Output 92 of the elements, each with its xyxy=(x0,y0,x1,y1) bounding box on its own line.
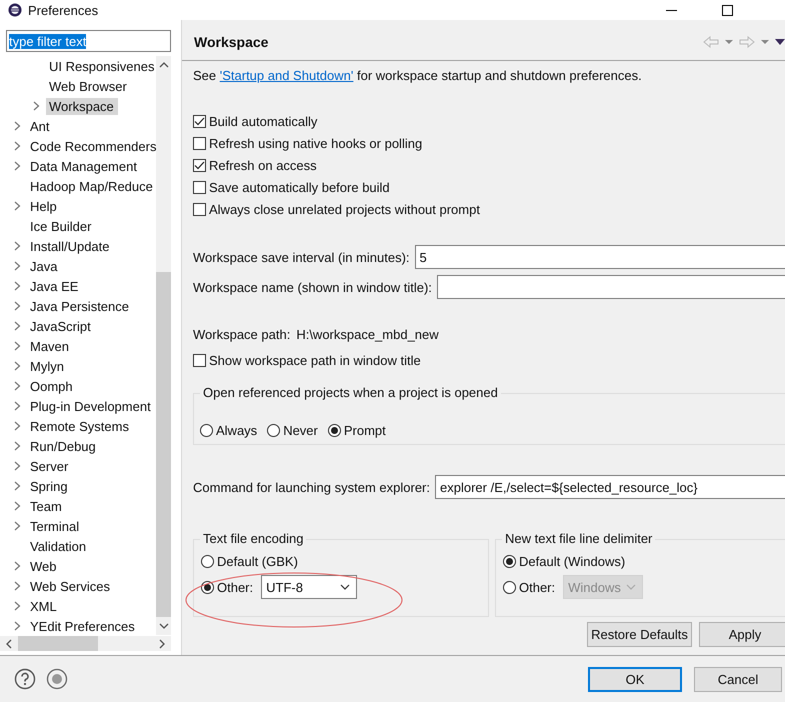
scroll-left-icon[interactable] xyxy=(6,638,12,648)
maximize-icon[interactable] xyxy=(722,4,733,16)
tree-item[interactable]: Run/Debug xyxy=(27,438,100,454)
radio-button[interactable] xyxy=(503,580,516,594)
group-title: Open referenced projects when a project is opened xyxy=(200,385,501,400)
tree-item[interactable]: Java Persistence xyxy=(27,298,133,314)
tree-item[interactable]: Maven xyxy=(27,338,74,354)
help-icon[interactable] xyxy=(14,668,36,690)
tree-item[interactable]: Oomph xyxy=(27,378,77,394)
tree-item[interactable]: Terminal xyxy=(27,518,84,534)
checkbox-label: Show workspace path in window title xyxy=(209,352,421,368)
view-menu-icon[interactable] xyxy=(775,39,785,45)
tree-item[interactable]: Workspace xyxy=(46,98,118,114)
radio-button[interactable] xyxy=(201,580,214,594)
radio-button[interactable] xyxy=(328,424,341,437)
dialog-button[interactable]: OK xyxy=(588,666,682,692)
chevron-down-icon xyxy=(626,584,636,590)
page-button[interactable]: Apply xyxy=(699,622,785,647)
radio-label: Default (GBK) xyxy=(217,554,298,568)
tree-item[interactable]: Data Management xyxy=(27,158,141,174)
filter-text: type filter text xyxy=(9,34,86,48)
workspace-name-field[interactable] xyxy=(436,275,785,299)
tree-item[interactable]: Ice Builder xyxy=(27,218,96,234)
tree-item[interactable]: Web Browser xyxy=(46,78,131,94)
checkbox[interactable] xyxy=(193,202,206,216)
checkbox[interactable] xyxy=(193,136,206,150)
startup-shutdown-link[interactable]: 'Startup and Shutdown' xyxy=(220,68,354,83)
checkbox[interactable] xyxy=(193,114,206,128)
tree-item[interactable]: Remote Systems xyxy=(27,418,133,434)
radio-label: Prompt xyxy=(344,423,386,438)
group-title: Text file encoding xyxy=(200,531,306,546)
tree-item[interactable]: Team xyxy=(27,498,66,514)
radio-label: Other: xyxy=(217,580,254,594)
dropdown-icon[interactable] xyxy=(761,40,769,44)
checkbox[interactable] xyxy=(193,158,206,172)
tree-item[interactable]: Java EE xyxy=(27,278,82,294)
filter-field[interactable]: type filter text xyxy=(6,30,171,52)
checkbox-label: Refresh using native hooks or polling xyxy=(209,136,422,150)
checkbox[interactable] xyxy=(193,354,206,366)
radio-button[interactable] xyxy=(267,424,280,437)
dropdown-icon[interactable] xyxy=(725,40,733,44)
explorer-command-field[interactable]: explorer /E,/select=${selected_resource_loc} xyxy=(435,475,785,499)
checkbox-label: Refresh on access xyxy=(209,158,317,172)
page-button[interactable]: Restore Defaults xyxy=(587,622,692,647)
radio-label: Never xyxy=(283,423,318,438)
tree-item[interactable]: Code Recommenders xyxy=(27,138,156,154)
dialog-button[interactable]: Cancel xyxy=(694,666,782,692)
field-label: Command for launching system explorer: xyxy=(193,480,430,494)
page-title: Workspace xyxy=(194,34,268,50)
scroll-right-icon[interactable] xyxy=(159,638,165,648)
tree-item[interactable]: Web xyxy=(27,558,60,574)
tree-item[interactable]: Validation xyxy=(27,538,90,554)
tree-item[interactable]: Plug-in Development xyxy=(27,398,155,414)
radio-button[interactable] xyxy=(201,554,214,568)
checkbox-label: Save automatically before build xyxy=(209,180,390,194)
encoding-dropdown[interactable]: UTF-8 xyxy=(261,575,358,599)
field-label: Workspace path: xyxy=(193,326,290,342)
scroll-up-icon[interactable] xyxy=(158,62,168,68)
checkbox[interactable] xyxy=(193,180,206,194)
tree-item[interactable]: YEdit Preferences xyxy=(27,618,139,634)
record-icon[interactable] xyxy=(46,668,68,690)
scrollbar-thumb[interactable] xyxy=(156,272,171,617)
scroll-down-icon[interactable] xyxy=(158,623,168,629)
radio-label: Always xyxy=(216,423,258,438)
tree-item[interactable]: UI Responsivenes xyxy=(46,58,156,74)
tree-item[interactable]: Help xyxy=(27,198,61,214)
radio-button[interactable] xyxy=(200,424,213,437)
workspace-path: H:\workspace_mbd_new xyxy=(296,326,439,342)
tree-item[interactable]: Server xyxy=(27,458,72,474)
field-label: Workspace name (shown in window title): xyxy=(193,280,432,294)
tree-item[interactable]: Ant xyxy=(27,118,54,134)
checkbox-label: Always close unrelated projects without prompt xyxy=(209,202,480,216)
radio-label: Other: xyxy=(519,580,556,594)
tree-item[interactable]: Hadoop Map/Reduce xyxy=(27,178,156,194)
chevron-down-icon xyxy=(340,584,350,590)
tree-item[interactable]: Web Services xyxy=(27,578,114,594)
scrollbar-thumb[interactable] xyxy=(18,636,98,651)
intro-text: See 'Startup and Shutdown' for workspace startup and shutdown preferences. xyxy=(193,67,643,85)
tree-item[interactable]: XML xyxy=(27,598,61,614)
tree-item[interactable]: Mylyn xyxy=(27,358,68,374)
checkbox-label: Build automatically xyxy=(209,114,318,128)
tree-item[interactable]: JavaScript xyxy=(27,318,95,334)
save-interval-field[interactable]: 5 xyxy=(414,245,785,269)
radio-button[interactable] xyxy=(503,554,516,568)
radio-label: Default (Windows) xyxy=(519,554,626,568)
tree-item[interactable]: Install/Update xyxy=(27,238,114,254)
tree-item[interactable]: Spring xyxy=(27,478,72,494)
tree-item[interactable]: Java xyxy=(27,258,62,274)
window-title: Preferences xyxy=(28,2,98,18)
app-icon xyxy=(8,3,22,17)
group-title: New text file line delimiter xyxy=(502,531,656,546)
field-label: Workspace save interval (in minutes): xyxy=(193,250,410,264)
